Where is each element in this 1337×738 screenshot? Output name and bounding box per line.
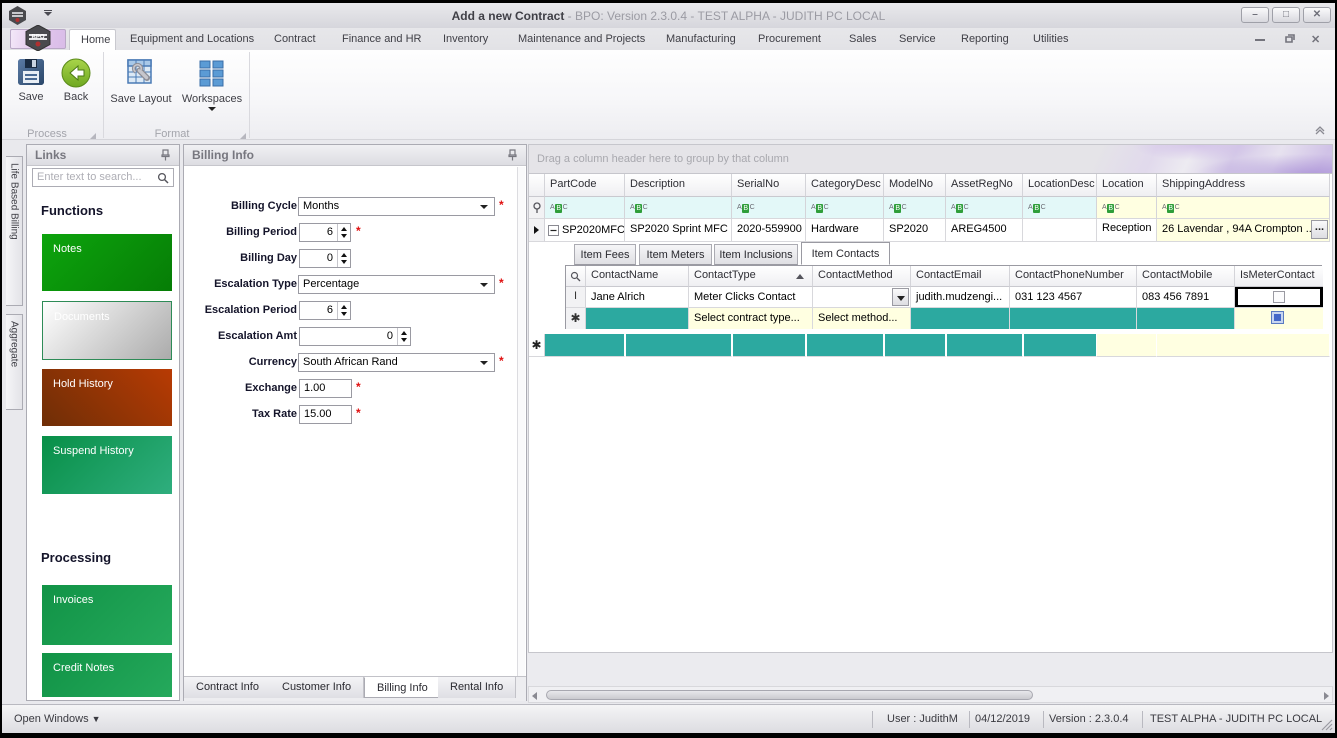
svg-text:BPO: BPO xyxy=(31,35,44,41)
